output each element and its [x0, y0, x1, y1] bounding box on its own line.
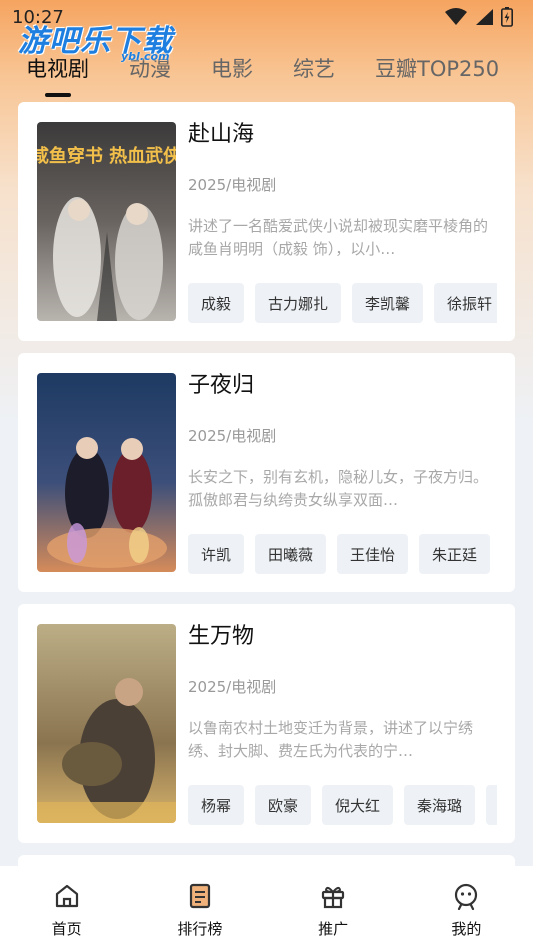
show-title: 赴山海: [188, 122, 255, 147]
nav-home[interactable]: 首页: [22, 882, 112, 948]
actor-tag[interactable]: 许凯: [188, 534, 245, 574]
signal-icon: [476, 9, 493, 25]
poster-title-text: 咸鱼穿书 热血武侠: [37, 145, 176, 167]
actor-tags: 许凯 田曦薇 王佳怡 朱正廷: [188, 534, 497, 574]
actor-tag[interactable]: 倪大红: [322, 785, 394, 825]
gift-icon: [322, 886, 345, 909]
actor-tag[interactable]: 朱正廷: [419, 534, 491, 574]
actor-tags: 杨幂 欧豪 倪大红 秦海璐: [188, 785, 497, 825]
home-icon: [55, 884, 78, 908]
show-description: 长安之下，别有玄机，隐秘儿女，子夜方归。孤傲郎君与纨绔贵女纵享双面…: [188, 468, 489, 509]
show-poster: 咸鱼穿书 热血武侠: [37, 122, 176, 321]
tab-movie[interactable]: 电影: [211, 53, 253, 83]
status-icons: [445, 7, 513, 27]
actor-tag[interactable]: 徐振轩: [434, 283, 497, 323]
show-title: 子夜归: [188, 373, 255, 398]
actor-tag[interactable]: 李凯馨: [352, 283, 424, 323]
show-year-type: 2025/电视剧: [188, 678, 277, 696]
nav-profile-label: 我的: [451, 920, 482, 938]
bottom-nav: 首页 排行榜 推广 我的: [0, 866, 533, 948]
show-poster: [37, 624, 176, 823]
actor-tag[interactable]: 王佳怡: [337, 534, 409, 574]
nav-home-label: 首页: [51, 920, 82, 938]
show-year-type: 2025/电视剧: [188, 176, 277, 194]
show-card[interactable]: 咸鱼穿书 热血武侠 赴山海 2025/电视剧 讲述了一名酷爱武侠小说却被现实磨平…: [18, 102, 515, 341]
actor-tag[interactable]: 成毅: [188, 283, 245, 323]
show-title: 生万物: [188, 624, 255, 649]
actor-tag[interactable]: 杨幂: [188, 785, 245, 825]
actor-tag[interactable]: 秦海璐: [404, 785, 476, 825]
nav-profile[interactable]: 我的: [421, 882, 511, 948]
nav-promote-label: 推广: [318, 920, 349, 938]
show-list: 咸鱼穿书 热血武侠 赴山海 2025/电视剧 讲述了一名酷爱武侠小说却被现实磨平…: [18, 102, 515, 887]
tab-douban-top250[interactable]: 豆瓣TOP250: [375, 53, 499, 83]
watermark-domain: ybl.com: [121, 50, 170, 63]
ranking-icon: [189, 883, 210, 909]
show-info: 赴山海 2025/电视剧 讲述了一名酷爱武侠小说却被现实磨平棱角的咸鱼肖明明（成…: [188, 120, 515, 261]
actor-tag[interactable]: 田曦薇: [255, 534, 327, 574]
show-info: 生万物 2025/电视剧 以鲁南农村土地变迁为背景，讲述了以宁绣绣、封大脚、费左…: [188, 622, 515, 763]
actor-tag[interactable]: 古力娜扎: [255, 283, 342, 323]
profile-icon: [455, 883, 478, 910]
nav-ranking-label: 排行榜: [177, 920, 223, 938]
show-poster: [37, 373, 176, 572]
show-year-type: 2025/电视剧: [188, 427, 277, 445]
battery-icon: [501, 7, 513, 27]
show-card[interactable]: 子夜归 2025/电视剧 长安之下，别有玄机，隐秘儿女，子夜方归。孤傲郎君与纨绔…: [18, 353, 515, 592]
tab-variety[interactable]: 综艺: [293, 53, 335, 83]
wifi-icon: [445, 8, 467, 25]
nav-promote[interactable]: 推广: [288, 882, 378, 948]
nav-ranking[interactable]: 排行榜: [155, 882, 245, 948]
actor-tag[interactable]: 欧豪: [255, 785, 312, 825]
show-card[interactable]: 生万物 2025/电视剧 以鲁南农村土地变迁为背景，讲述了以宁绣绣、封大脚、费左…: [18, 604, 515, 843]
actor-tags: 成毅 古力娜扎 李凯馨 徐振轩: [188, 283, 497, 323]
actor-tag-overflow[interactable]: [486, 785, 497, 825]
show-description: 讲述了一名酷爱武侠小说却被现实磨平棱角的咸鱼肖明明（成毅 饰），以小…: [188, 217, 489, 258]
show-info: 子夜归 2025/电视剧 长安之下，别有玄机，隐秘儿女，子夜方归。孤傲郎君与纨绔…: [188, 371, 515, 512]
show-description: 以鲁南农村土地变迁为背景，讲述了以宁绣绣、封大脚、费左氏为代表的宁…: [188, 719, 474, 760]
